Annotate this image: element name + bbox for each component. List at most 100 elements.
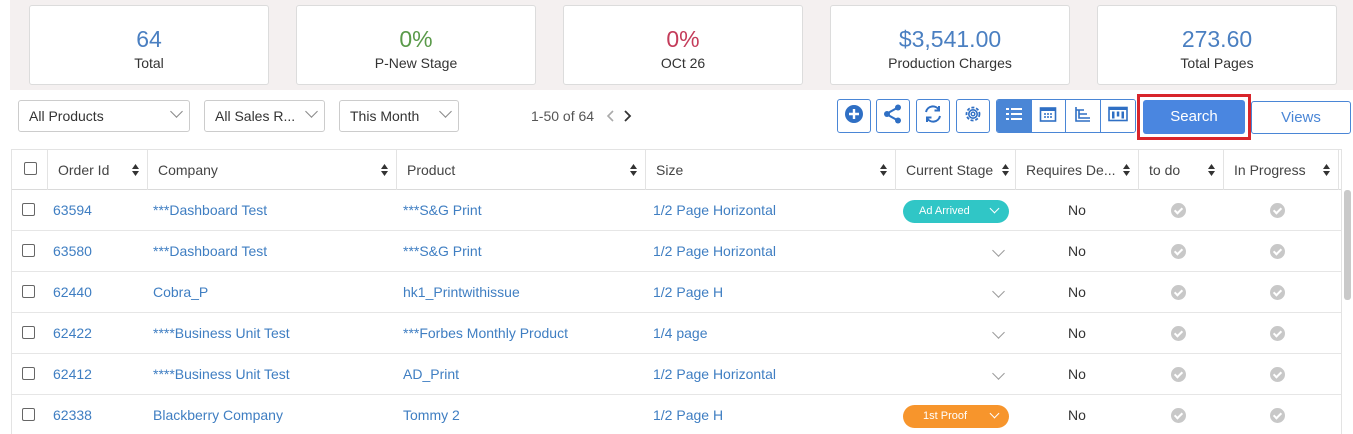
stage-dropdown-chevron-icon[interactable] (992, 244, 1005, 257)
stat-value: 64 (136, 26, 162, 52)
stage-label: 1st Proof (923, 410, 968, 422)
order-id-link[interactable]: 62412 (53, 354, 92, 394)
check-circle-icon[interactable] (1171, 326, 1186, 341)
share-button[interactable] (876, 99, 910, 133)
size-link[interactable]: 1/2 Page H (653, 395, 723, 434)
row-checkbox[interactable] (22, 244, 35, 257)
header-order-id[interactable]: Order Id (48, 150, 148, 190)
header-in-progress[interactable]: In Progress (1224, 150, 1339, 190)
add-icon (844, 104, 864, 129)
header-label: Current Stage (906, 162, 994, 178)
header-company[interactable]: Company (148, 150, 397, 190)
size-link[interactable]: 1/2 Page Horizontal (653, 190, 776, 230)
product-link[interactable]: ***S&G Print (403, 190, 482, 230)
pager-range: 1-50 of 64 (531, 108, 595, 124)
stage-dropdown-chevron-icon[interactable] (992, 326, 1005, 339)
table-row[interactable]: 62422 ****Business Unit Test ***Forbes M… (12, 313, 1341, 354)
product-link[interactable]: ***Forbes Monthly Product (403, 313, 568, 353)
chevron-right-icon[interactable] (620, 109, 634, 123)
stat-label: P-New Stage (374, 55, 458, 71)
refresh-icon (922, 103, 944, 130)
check-circle-icon[interactable] (1171, 203, 1186, 218)
check-circle-icon[interactable] (1270, 408, 1285, 423)
calendar-view-button[interactable] (1031, 100, 1066, 132)
views-button[interactable]: Views (1251, 101, 1351, 134)
requires-value: No (1068, 366, 1086, 382)
requires-value: No (1068, 243, 1086, 259)
vertical-scrollbar[interactable] (1344, 190, 1351, 300)
stat-value: 273.60 (1181, 26, 1253, 52)
row-checkbox[interactable] (22, 285, 35, 298)
table-row[interactable]: 62338 Blackberry Company Tommy 2 1/2 Pag… (12, 395, 1341, 434)
product-link[interactable]: Tommy 2 (403, 395, 460, 434)
stage-label: Ad Arrived (919, 205, 970, 217)
size-link[interactable]: 1/2 Page H (653, 272, 723, 312)
check-circle-icon[interactable] (1171, 408, 1186, 423)
table-row[interactable]: 62412 ****Business Unit Test AD_Print 1/… (12, 354, 1341, 395)
order-id-link[interactable]: 63594 (53, 190, 92, 230)
size-link[interactable]: 1/4 page (653, 313, 708, 353)
list-view-button[interactable] (997, 100, 1032, 132)
stage-dropdown-chevron-icon[interactable] (992, 367, 1005, 380)
check-circle-icon[interactable] (1270, 326, 1285, 341)
check-circle-icon[interactable] (1270, 244, 1285, 259)
size-link[interactable]: 1/2 Page Horizontal (653, 354, 776, 394)
check-circle-icon[interactable] (1270, 203, 1285, 218)
company-link[interactable]: ****Business Unit Test (153, 313, 290, 353)
check-circle-icon[interactable] (1270, 367, 1285, 382)
chevron-down-icon (989, 203, 1000, 214)
company-link[interactable]: ***Dashboard Test (153, 190, 267, 230)
requires-value: No (1068, 202, 1086, 218)
check-circle-icon[interactable] (1171, 367, 1186, 382)
sort-icon (630, 164, 637, 176)
row-checkbox[interactable] (22, 408, 35, 421)
check-circle-icon[interactable] (1171, 285, 1186, 300)
header-label: Order Id (58, 162, 110, 178)
company-link[interactable]: ****Business Unit Test (153, 354, 290, 394)
table-row[interactable]: 63594 ***Dashboard Test ***S&G Print 1/2… (12, 190, 1341, 231)
select-all-checkbox[interactable] (24, 162, 37, 175)
header-size[interactable]: Size (646, 150, 896, 190)
stage-dropdown-chevron-icon[interactable] (992, 285, 1005, 298)
header-to-do[interactable]: to do (1139, 150, 1224, 190)
add-button[interactable] (837, 99, 871, 133)
product-link[interactable]: hk1_Printwithissue (403, 272, 520, 312)
chevron-left-icon[interactable] (604, 109, 618, 123)
settings-button[interactable] (956, 99, 990, 133)
product-link[interactable]: AD_Print (403, 354, 459, 394)
list-view-icon (1005, 106, 1023, 127)
company-link[interactable]: ***Dashboard Test (153, 231, 267, 271)
order-id-link[interactable]: 62338 (53, 395, 92, 434)
table-row[interactable]: 63580 ***Dashboard Test ***S&G Print 1/2… (12, 231, 1341, 272)
row-checkbox[interactable] (22, 326, 35, 339)
refresh-button[interactable] (916, 99, 950, 133)
size-link[interactable]: 1/2 Page Horizontal (653, 231, 776, 271)
tree-view-button[interactable] (1066, 100, 1101, 132)
row-checkbox[interactable] (22, 367, 35, 380)
sales-rep-select[interactable]: All Sales R... (204, 100, 325, 132)
stage-dropdown[interactable]: Ad Arrived (903, 200, 1009, 223)
company-link[interactable]: Blackberry Company (153, 395, 283, 434)
requires-value: No (1068, 325, 1086, 341)
stage-dropdown[interactable]: 1st Proof (903, 405, 1009, 428)
order-id-link[interactable]: 62440 (53, 272, 92, 312)
board-view-button[interactable] (1100, 100, 1135, 132)
search-button[interactable]: Search (1143, 100, 1245, 134)
product-link[interactable]: ***S&G Print (403, 231, 482, 271)
header-label: Product (407, 162, 456, 178)
company-link[interactable]: Cobra_P (153, 272, 208, 312)
row-checkbox[interactable] (22, 203, 35, 216)
table-row[interactable]: 62440 Cobra_P hk1_Printwithissue 1/2 Pag… (12, 272, 1341, 313)
header-product[interactable]: Product (397, 150, 646, 190)
sort-icon (880, 164, 887, 176)
order-id-link[interactable]: 63580 (53, 231, 92, 271)
order-id-link[interactable]: 62422 (53, 313, 92, 353)
stat-card-total-pages: 273.60 Total Pages (1097, 5, 1337, 85)
period-select[interactable]: This Month (339, 100, 459, 132)
header-requires[interactable]: Requires De... (1016, 150, 1139, 190)
stat-value: 0% (399, 26, 433, 52)
header-current-stage[interactable]: Current Stage (896, 150, 1016, 190)
products-select[interactable]: All Products (18, 100, 190, 132)
check-circle-icon[interactable] (1171, 244, 1186, 259)
check-circle-icon[interactable] (1270, 285, 1285, 300)
